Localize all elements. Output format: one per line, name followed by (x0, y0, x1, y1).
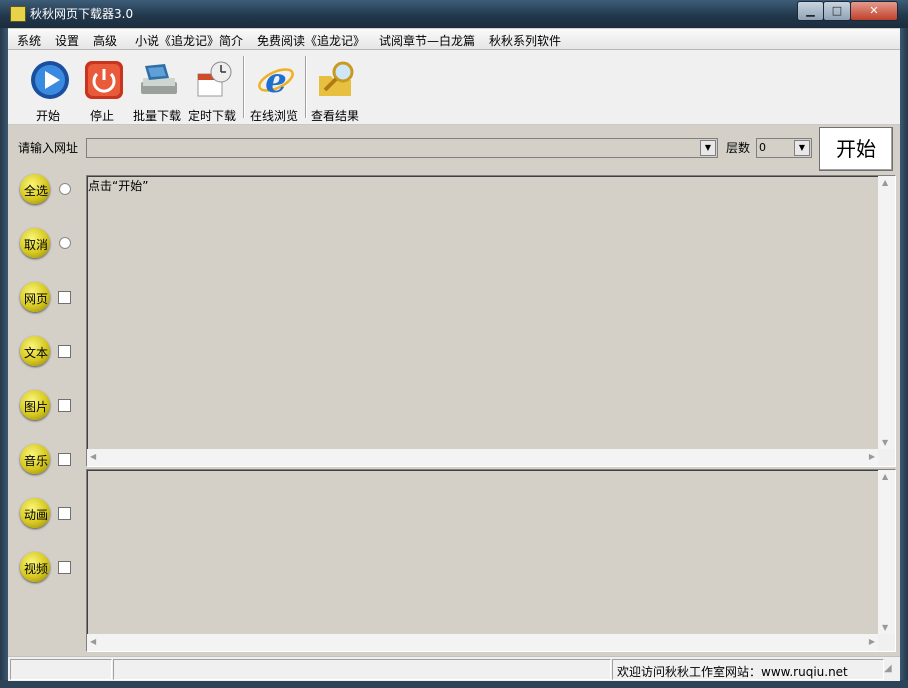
scroll-corner (878, 634, 895, 651)
window-title: 秋秋网页下载器3.0 (30, 7, 134, 21)
power-icon (85, 61, 123, 99)
option-cancel[interactable]: 取消 (20, 228, 80, 262)
scroll-left-icon[interactable]: ◀ (90, 637, 96, 646)
menu-bar: 系统 设置 高级 小说《追龙记》简介 免费阅读《追龙记》 试阅章节—白龙篇 秋秋… (8, 29, 900, 50)
log-text: 点击“开始” (88, 179, 149, 193)
scroll-up-icon[interactable]: ▲ (882, 178, 888, 187)
layers-dropdown-icon[interactable]: ▼ (794, 140, 810, 156)
option-select-all[interactable]: 全选 (20, 174, 80, 208)
menu-advanced[interactable]: 高级 (93, 32, 117, 49)
url-dropdown-icon[interactable]: ▼ (700, 140, 716, 156)
result-textarea[interactable]: ▲ ▼ ◀ ▶ (86, 469, 896, 652)
maximize-button[interactable]: □ (823, 1, 851, 21)
status-bar: 欢迎访问秋秋工作室网站：www.ruqiu.net ◢ (8, 656, 900, 681)
option-label: 视频 (23, 562, 48, 576)
svg-text:e: e (265, 61, 287, 100)
option-animation[interactable]: 动画 (20, 498, 80, 532)
video-checkbox[interactable] (58, 561, 71, 574)
option-label: 图片 (23, 400, 48, 414)
select-all-radio[interactable] (59, 183, 71, 195)
menu-system[interactable]: 系统 (17, 32, 41, 49)
status-pane-1 (10, 659, 112, 680)
url-input[interactable]: ▼ (86, 138, 718, 158)
layers-label: 层数 (726, 141, 751, 155)
scroll-right-icon[interactable]: ▶ (869, 637, 875, 646)
ie-browser-icon: e (258, 61, 294, 100)
option-text[interactable]: 文本 (20, 336, 80, 370)
layers-select[interactable]: 0 ▼ (756, 138, 812, 158)
minimize-button[interactable]: ▁ (797, 1, 824, 21)
log-horizontal-scrollbar[interactable]: ◀ ▶ (87, 449, 878, 466)
toolbar-browse-online-button[interactable]: e 在线浏览 (245, 52, 303, 123)
option-label: 网页 (23, 292, 48, 306)
client-area: 系统 设置 高级 小说《追龙记》简介 免费阅读《追龙记》 试阅章节—白龙篇 秋秋… (8, 28, 900, 681)
resize-grip-icon[interactable]: ◢ (884, 663, 892, 674)
menu-settings[interactable]: 设置 (55, 32, 79, 49)
title-bar[interactable]: 秋秋网页下载器3.0 ▁ □ ✕ (0, 0, 908, 28)
window-frame-bottom (0, 680, 908, 688)
app-icon (10, 6, 26, 22)
animation-checkbox[interactable] (58, 507, 71, 520)
text-checkbox[interactable] (58, 345, 71, 358)
webpage-checkbox[interactable] (58, 291, 71, 304)
toolbar-view-results-button[interactable]: 查看结果 (306, 52, 364, 123)
menu-free-read[interactable]: 免费阅读《追龙记》 (257, 32, 365, 49)
log-vertical-scrollbar[interactable]: ▲ ▼ (878, 176, 895, 449)
option-video[interactable]: 视频 (20, 552, 80, 586)
scroll-left-icon[interactable]: ◀ (90, 452, 96, 461)
cancel-radio[interactable] (59, 237, 71, 249)
window-frame-right (900, 28, 908, 688)
play-icon (31, 61, 69, 99)
option-image[interactable]: 图片 (20, 390, 80, 424)
status-text: 欢迎访问秋秋工作室网站：www.ruqiu.net (617, 665, 848, 679)
image-checkbox[interactable] (58, 399, 71, 412)
status-pane-2 (113, 659, 611, 680)
menu-series-software[interactable]: 秋秋系列软件 (489, 32, 561, 49)
option-label: 动画 (23, 508, 48, 522)
option-webpage[interactable]: 网页 (20, 282, 80, 316)
toolbar-scheduled-download-button[interactable]: 定时下载 (183, 52, 241, 123)
scroll-right-icon[interactable]: ▶ (869, 452, 875, 461)
log-textarea[interactable]: 点击“开始” ▲ ▼ ◀ ▶ (86, 175, 896, 467)
toolbar-view-results-label: 查看结果 (310, 109, 359, 123)
result-horizontal-scrollbar[interactable]: ◀ ▶ (87, 634, 878, 651)
scroll-up-icon[interactable]: ▲ (882, 472, 888, 481)
window-frame-left (0, 28, 8, 688)
status-pane-3: 欢迎访问秋秋工作室网站：www.ruqiu.net (612, 659, 884, 680)
scroll-down-icon[interactable]: ▼ (882, 438, 888, 447)
start-button[interactable]: 开始 (819, 127, 893, 171)
option-music[interactable]: 音乐 (20, 444, 80, 478)
result-vertical-scrollbar[interactable]: ▲ ▼ (878, 470, 895, 634)
toolbar: 开始 停止 批量下载 定时下载 e 在线浏览 查看结果 (8, 50, 900, 125)
url-label: 请输入网址 (18, 141, 79, 155)
option-label: 取消 (23, 238, 48, 252)
close-button[interactable]: ✕ (850, 1, 898, 21)
option-label: 音乐 (23, 454, 48, 468)
folder-search-icon (319, 61, 354, 96)
calendar-clock-icon (197, 61, 232, 97)
menu-novel-intro[interactable]: 小说《追龙记》简介 (135, 32, 243, 49)
layers-value: 0 (759, 141, 766, 154)
scroll-corner (878, 449, 895, 466)
option-label: 文本 (23, 346, 48, 360)
batch-download-icon (141, 64, 177, 94)
scroll-down-icon[interactable]: ▼ (882, 623, 888, 632)
option-label: 全选 (23, 184, 48, 198)
menu-trial-chapter[interactable]: 试阅章节—白龙篇 (379, 32, 475, 49)
music-checkbox[interactable] (58, 453, 71, 466)
